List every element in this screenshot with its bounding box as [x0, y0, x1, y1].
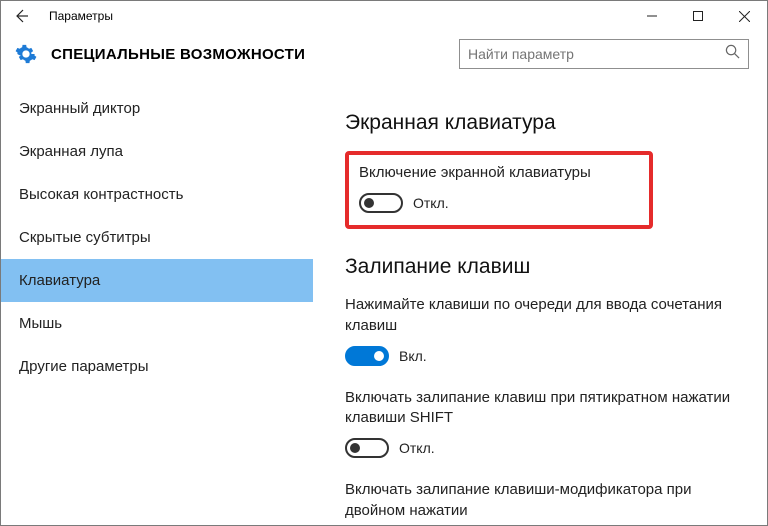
- toggle-sticky-shift5[interactable]: [345, 438, 389, 458]
- group-title-sticky-keys: Залипание клавиш: [345, 255, 737, 279]
- toggle-knob: [364, 198, 374, 208]
- toggle-row: Вкл.: [345, 346, 737, 366]
- toggle-state: Вкл.: [399, 348, 427, 364]
- sidebar-item-label: Высокая контрастность: [19, 186, 183, 203]
- window-title: Параметры: [49, 9, 113, 23]
- sidebar-item-high-contrast[interactable]: Высокая контрастность: [1, 173, 313, 216]
- toggle-state-osk: Откл.: [413, 195, 449, 211]
- header-row: СПЕЦИАЛЬНЫЕ ВОЗМОЖНОСТИ: [1, 31, 767, 87]
- setting-sticky-sequential: Нажимайте клавиши по очереди для ввода с…: [345, 295, 737, 366]
- gear-icon: [15, 43, 37, 65]
- setting-label: Нажимайте клавиши по очереди для ввода с…: [345, 295, 737, 336]
- sidebar-item-label: Экранный диктор: [19, 100, 140, 117]
- search-box[interactable]: [459, 39, 749, 69]
- group-title-onscreen-keyboard: Экранная клавиатура: [345, 111, 737, 135]
- search-input[interactable]: [468, 46, 725, 62]
- sidebar-item-label: Мышь: [19, 315, 62, 332]
- sidebar-item-magnifier[interactable]: Экранная лупа: [1, 130, 313, 173]
- window-controls: [629, 1, 767, 31]
- sidebar-item-mouse[interactable]: Мышь: [1, 302, 313, 345]
- toggle-knob: [350, 443, 360, 453]
- content-pane: Экранная клавиатура Включение экранной к…: [313, 87, 767, 525]
- settings-window: Параметры СПЕЦИАЛЬНЫЕ ВОЗМОЖНОСТИ Э: [0, 0, 768, 526]
- body: Экранный диктор Экранная лупа Высокая ко…: [1, 87, 767, 525]
- toggle-row: Откл.: [359, 193, 591, 213]
- arrow-left-icon: [13, 8, 29, 24]
- minimize-button[interactable]: [629, 1, 675, 31]
- setting-label: Включать залипание клавиш при пятикратно…: [345, 388, 737, 429]
- setting-label: Включать залипание клавиши-модификатора …: [345, 480, 737, 521]
- sidebar-item-label: Клавиатура: [19, 272, 100, 289]
- section-title: СПЕЦИАЛЬНЫЕ ВОЗМОЖНОСТИ: [51, 46, 305, 63]
- toggle-state: Откл.: [399, 440, 435, 456]
- close-icon: [739, 11, 750, 22]
- sidebar-item-keyboard[interactable]: Клавиатура: [1, 259, 313, 302]
- setting-label-osk: Включение экранной клавиатуры: [359, 163, 591, 183]
- minimize-icon: [647, 11, 657, 21]
- highlight-box: Включение экранной клавиатуры Откл.: [345, 151, 653, 229]
- titlebar: Параметры: [1, 1, 767, 31]
- sidebar-item-label: Другие параметры: [19, 358, 149, 375]
- search-icon: [725, 44, 740, 64]
- toggle-knob: [374, 351, 384, 361]
- sidebar-item-captions[interactable]: Скрытые субтитры: [1, 216, 313, 259]
- toggle-osk[interactable]: [359, 193, 403, 213]
- sidebar-item-label: Экранная лупа: [19, 143, 123, 160]
- setting-sticky-modifier: Включать залипание клавиши-модификатора …: [345, 480, 737, 525]
- toggle-row: Откл.: [345, 438, 737, 458]
- sidebar-item-label: Скрытые субтитры: [19, 229, 151, 246]
- maximize-button[interactable]: [675, 1, 721, 31]
- maximize-icon: [693, 11, 703, 21]
- toggle-sticky-sequential[interactable]: [345, 346, 389, 366]
- close-button[interactable]: [721, 1, 767, 31]
- setting-sticky-shift5: Включать залипание клавиш при пятикратно…: [345, 388, 737, 459]
- back-button[interactable]: [7, 2, 35, 30]
- sidebar-item-other[interactable]: Другие параметры: [1, 345, 313, 388]
- sidebar-item-narrator[interactable]: Экранный диктор: [1, 87, 313, 130]
- sidebar: Экранный диктор Экранная лупа Высокая ко…: [1, 87, 313, 525]
